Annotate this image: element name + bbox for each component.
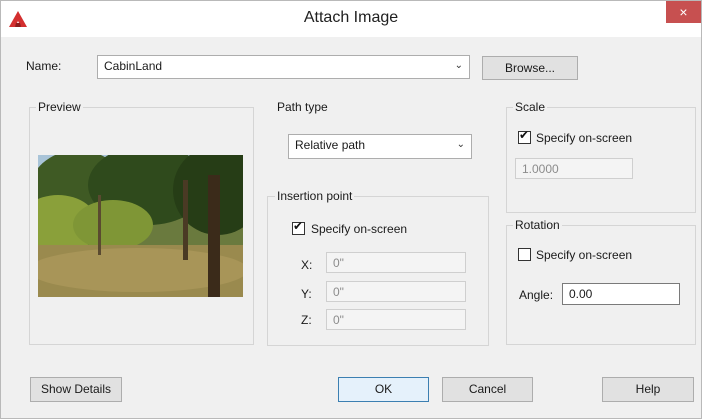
path-type-title: Path type [277, 100, 328, 114]
name-dropdown[interactable]: CabinLand ⌄ [97, 55, 470, 79]
x-label: X: [301, 258, 313, 272]
attach-image-dialog: Attach Image × Name: CabinLand ⌄ Browse.… [0, 0, 702, 419]
angle-label: Angle: [519, 288, 554, 302]
name-label: Name: [26, 59, 62, 73]
y-label: Y: [301, 287, 312, 301]
show-details-button[interactable]: Show Details [30, 377, 122, 402]
scale-specify-label: Specify on-screen [536, 131, 633, 145]
x-field[interactable]: 0" [326, 252, 466, 273]
ok-button[interactable]: OK [338, 377, 429, 402]
browse-button[interactable]: Browse... [482, 56, 578, 80]
name-value: CabinLand [104, 59, 163, 73]
angle-field[interactable]: 0.00 [562, 283, 680, 305]
rotation-specify-checkbox[interactable] [518, 248, 531, 261]
chevron-down-icon: ⌄ [454, 60, 463, 71]
insertion-specify-checkbox[interactable]: ✔ [292, 219, 305, 235]
insertion-point-title: Insertion point [275, 189, 355, 203]
title-bar[interactable]: Attach Image × [1, 1, 701, 37]
close-icon: × [679, 4, 688, 20]
z-field[interactable]: 0" [326, 309, 466, 330]
preview-image [38, 155, 243, 297]
path-type-value: Relative path [295, 138, 366, 152]
preview-title: Preview [36, 100, 83, 114]
y-field[interactable]: 0" [326, 281, 466, 302]
close-button[interactable]: × [666, 1, 701, 23]
chevron-down-icon: ⌄ [456, 139, 465, 150]
z-label: Z: [301, 313, 312, 327]
help-button[interactable]: Help [602, 377, 694, 402]
scale-field[interactable]: 1.0000 [515, 158, 633, 179]
checkmark-icon: ✔ [519, 128, 530, 142]
rotation-specify-label: Specify on-screen [536, 248, 633, 262]
cancel-button[interactable]: Cancel [442, 377, 533, 402]
path-type-dropdown[interactable]: Relative path ⌄ [288, 134, 472, 159]
scale-specify-checkbox[interactable]: ✔ [518, 128, 531, 144]
scale-title: Scale [513, 100, 548, 114]
checkmark-icon: ✔ [293, 219, 304, 233]
rotation-title: Rotation [513, 218, 562, 232]
dialog-title: Attach Image [303, 9, 399, 26]
insertion-specify-label: Specify on-screen [311, 222, 408, 236]
